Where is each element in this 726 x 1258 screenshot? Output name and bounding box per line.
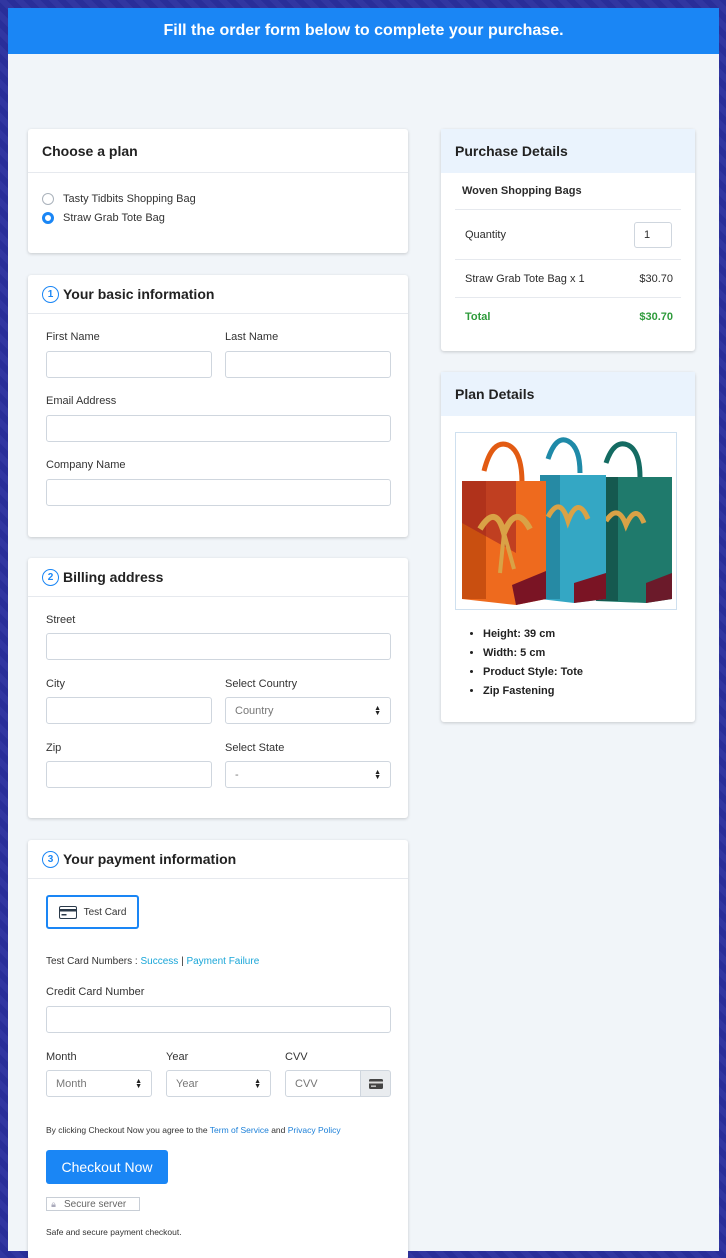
payment-failure-link[interactable]: Payment Failure <box>186 956 259 967</box>
card-icon <box>368 1078 383 1089</box>
page-frame: Fill the order form below to complete yo… <box>8 8 719 1258</box>
radio-button[interactable] <box>42 193 54 205</box>
month-select-value: Month <box>56 1077 87 1090</box>
step-number: 1 <box>42 285 59 303</box>
plan-card-title: Choose a plan <box>28 129 408 173</box>
terms-of-service-link[interactable]: Term of Service <box>210 1125 269 1135</box>
select-arrows-icon: ▲ ▼ <box>254 1077 261 1090</box>
product-image <box>455 432 677 610</box>
secure-server-badge: 🔒︎ Secure server <box>46 1197 140 1211</box>
purchase-details-title: Purchase Details <box>441 129 695 173</box>
plan-details-title: Plan Details <box>441 372 695 416</box>
state-select-value: - <box>235 768 239 781</box>
plan-option-tasty-tidbits[interactable]: Tasty Tidbits Shopping Bag <box>42 193 196 205</box>
total-label: Total <box>465 311 491 323</box>
basic-info-heading: 1 Your basic information <box>28 275 408 314</box>
cvv-card-addon <box>360 1070 391 1097</box>
year-label: Year <box>166 1051 189 1063</box>
payment-card: 3 Your payment information Test Card Tes… <box>28 840 408 1258</box>
plan-card: Choose a plan Tasty Tidbits Shopping Bag… <box>28 129 408 253</box>
billing-card: 2 Billing address Street City Select Cou… <box>28 558 408 818</box>
year-select[interactable]: Year ▲ ▼ <box>166 1070 271 1097</box>
purchase-details-card: Purchase Details Woven Shopping Bags Qua… <box>441 129 695 351</box>
test-card-numbers: Test Card Numbers : Success | Payment Fa… <box>46 956 259 967</box>
privacy-policy-link[interactable]: Privacy Policy <box>288 1125 341 1135</box>
basic-info-card: 1 Your basic information First Name Last… <box>28 275 408 537</box>
test-numbers-prefix: Test Card Numbers : <box>46 956 141 967</box>
city-label: City <box>46 678 65 690</box>
company-field[interactable] <box>46 479 391 506</box>
credit-card-field[interactable] <box>46 1006 391 1033</box>
plan-features-list: Height: 39 cm Width: 5 cm Product Style:… <box>469 628 583 704</box>
country-select[interactable]: Country ▲ ▼ <box>225 697 391 724</box>
zip-label: Zip <box>46 742 62 754</box>
plan-option-label: Straw Grab Tote Bag <box>63 212 165 224</box>
company-label: Company Name <box>46 459 126 471</box>
feature-item: Height: 39 cm <box>483 628 583 640</box>
select-arrows-icon: ▲ ▼ <box>374 768 381 781</box>
month-select[interactable]: Month ▲ ▼ <box>46 1070 152 1097</box>
product-name-row: Woven Shopping Bags <box>455 173 681 210</box>
product-name: Woven Shopping Bags <box>462 185 582 197</box>
quantity-row: Quantity 1 <box>455 210 681 260</box>
last-name-label: Last Name <box>225 331 279 343</box>
lock-icon: 🔒︎ <box>51 1198 56 1209</box>
street-label: Street <box>46 614 76 626</box>
email-label: Email Address <box>46 395 117 407</box>
secure-server-label: Secure server <box>64 1198 127 1210</box>
plan-option-label: Tasty Tidbits Shopping Bag <box>63 193 196 205</box>
line-item-row: Straw Grab Tote Bag x 1 $30.70 <box>455 260 681 298</box>
success-link[interactable]: Success <box>140 956 178 967</box>
email-field[interactable] <box>46 415 391 442</box>
shopping-bags-image <box>462 437 672 605</box>
total-row: Total $30.70 <box>455 298 681 336</box>
credit-card-label: Credit Card Number <box>46 986 145 998</box>
city-field[interactable] <box>46 697 212 724</box>
header-banner: Fill the order form below to complete yo… <box>8 8 719 54</box>
state-select[interactable]: - ▲ ▼ <box>225 761 391 788</box>
first-name-field[interactable] <box>46 351 212 378</box>
agreement-prefix: By clicking Checkout Now you agree to th… <box>46 1125 210 1135</box>
step-number: 3 <box>42 850 59 868</box>
payment-title: Your payment information <box>63 851 237 867</box>
agreement-text: By clicking Checkout Now you agree to th… <box>46 1125 341 1135</box>
billing-heading: 2 Billing address <box>28 558 408 597</box>
feature-item: Product Style: Tote <box>483 666 583 678</box>
step-number: 2 <box>42 568 59 586</box>
plan-details-card: Plan Details • Height: 39 cm • Width: 5 … <box>441 372 695 722</box>
zip-field[interactable] <box>46 761 212 788</box>
last-name-field[interactable] <box>225 351 391 378</box>
cvv-label: CVV <box>285 1051 308 1063</box>
feature-item: Zip Fastening <box>483 685 583 697</box>
cvv-field[interactable] <box>285 1070 361 1097</box>
radio-button-selected[interactable] <box>42 212 54 224</box>
street-field[interactable] <box>46 633 391 660</box>
billing-title: Billing address <box>63 569 164 585</box>
first-name-label: First Name <box>46 331 100 343</box>
header-title: Fill the order form below to complete yo… <box>163 22 564 39</box>
year-select-value: Year <box>176 1077 199 1090</box>
quantity-label: Quantity <box>465 228 506 241</box>
select-arrows-icon: ▲ ▼ <box>135 1077 142 1090</box>
country-select-value: Country <box>235 704 274 717</box>
basic-info-title: Your basic information <box>63 286 215 302</box>
total-value: $30.70 <box>639 311 673 323</box>
select-arrows-icon: ▲ ▼ <box>374 704 381 717</box>
credit-card-icon <box>58 905 77 919</box>
line-item-name: Straw Grab Tote Bag x 1 <box>465 272 585 285</box>
test-card-button[interactable]: Test Card <box>46 895 139 929</box>
month-label: Month <box>46 1051 77 1063</box>
country-label: Select Country <box>225 678 298 690</box>
feature-item: Width: 5 cm <box>483 647 583 659</box>
state-label: Select State <box>225 742 285 754</box>
line-item-price: $30.70 <box>639 272 673 285</box>
plan-option-straw-grab[interactable]: Straw Grab Tote Bag <box>42 212 165 224</box>
separator: | <box>181 956 184 967</box>
quantity-field[interactable]: 1 <box>634 221 672 248</box>
safe-checkout-text: Safe and secure payment checkout. <box>46 1227 182 1237</box>
test-card-label: Test Card <box>83 906 127 918</box>
checkout-now-button[interactable]: Checkout Now <box>46 1150 168 1184</box>
payment-heading: 3 Your payment information <box>28 840 408 879</box>
agreement-and: and <box>268 1125 288 1135</box>
